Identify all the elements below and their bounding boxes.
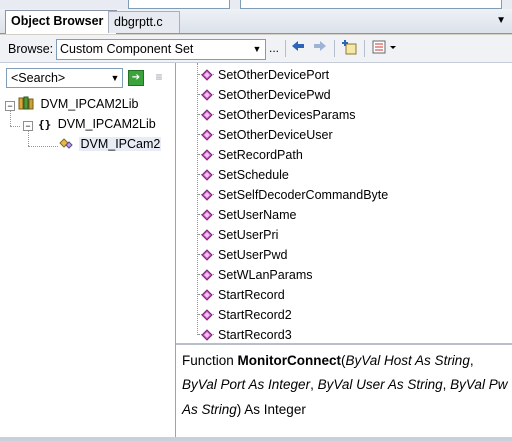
browse-label: Browse: — [8, 42, 54, 56]
description-line-3: As String) As Integer — [182, 402, 306, 417]
settings-dropdown-button[interactable] — [370, 40, 400, 57]
method-icon — [201, 169, 213, 181]
class-icon — [59, 138, 73, 149]
description-pane: Function MonitorConnect(ByVal Host As St… — [176, 345, 512, 437]
settings-icon — [372, 40, 396, 54]
back-button[interactable] — [290, 40, 306, 57]
tree-line — [10, 109, 11, 126]
browse-scope-value: Custom Component Set — [60, 42, 194, 56]
objects-pane: <Search> ▼ ➔ ≡ − DVM_IPCAM2Lib − {} DVM_… — [0, 63, 176, 437]
method-icon — [201, 89, 213, 101]
method-icon — [201, 69, 213, 81]
members-pane: SetOtherDevicePort SetOtherDevicePwd SetOt… — [176, 63, 512, 345]
tree-line — [28, 129, 29, 146]
member-name: SetSchedule — [218, 168, 289, 182]
member-name: SetOtherDeviceUser — [218, 128, 333, 142]
description-line-1: Function MonitorConnect(ByVal Host As St… — [182, 353, 474, 368]
member-name: SetOtherDevicePwd — [218, 88, 331, 102]
member-name: StartRecord3 — [218, 328, 292, 342]
toolbar-separator — [334, 40, 335, 57]
member-name: SetOtherDevicePort — [218, 68, 330, 82]
function-name: MonitorConnect — [237, 353, 342, 368]
forward-button[interactable] — [312, 40, 328, 57]
method-icon — [201, 209, 213, 221]
browser-toolbar: Browse: Custom Component Set ▼ ... — [0, 35, 512, 63]
document-tab-bar: Object Browser dbgrptt.c ▼ — [0, 9, 512, 34]
tree-item-label: DVM_IPCAM2Lib — [57, 117, 156, 131]
add-reference-button[interactable] — [340, 40, 360, 57]
method-icon — [201, 149, 213, 161]
method-icon — [201, 309, 213, 321]
toolbar-separator — [364, 40, 365, 57]
method-icon — [201, 269, 213, 281]
tree-line — [10, 126, 20, 127]
member-name: SetUserPwd — [218, 248, 288, 262]
browse-scope-select[interactable]: Custom Component Set ▼ — [56, 39, 266, 60]
method-icon — [201, 129, 213, 141]
top-combo-left[interactable] — [128, 0, 230, 9]
add-reference-icon — [342, 40, 357, 55]
tree-item-class[interactable]: DVM_IPCam2 — [58, 135, 162, 153]
member-name: SetUserPri — [218, 228, 279, 242]
bottom-strip — [0, 437, 512, 441]
search-go-button[interactable]: ➔ — [128, 70, 144, 86]
tab-dropdown-icon[interactable]: ▼ — [496, 15, 506, 26]
clear-search-button[interactable]: ≡ — [150, 69, 168, 85]
tree-item-label: DVM_IPCam2 — [79, 137, 162, 151]
member-name: SetWLanParams — [218, 268, 313, 282]
member-name: SetRecordPath — [218, 148, 303, 162]
tree-item-namespace[interactable]: {} DVM_IPCAM2Lib — [38, 115, 156, 133]
edit-custom-set-button[interactable]: ... — [266, 40, 282, 57]
collapse-toggle[interactable]: − — [23, 121, 33, 131]
search-input[interactable]: <Search> ▼ — [6, 68, 123, 88]
chevron-down-icon[interactable]: ▼ — [250, 41, 264, 58]
search-placeholder: <Search> — [11, 71, 66, 85]
tree-item-label: DVM_IPCAM2Lib — [40, 97, 139, 111]
arrow-left-icon — [292, 41, 304, 51]
chevron-down-icon[interactable]: ▼ — [109, 70, 121, 86]
collapse-toggle[interactable]: − — [5, 101, 15, 111]
top-combo-right[interactable] — [240, 0, 502, 9]
member-name: StartRecord2 — [218, 308, 292, 322]
member-name: SetOtherDevicesParams — [218, 108, 356, 122]
method-icon — [201, 249, 213, 261]
tree-item-library[interactable]: DVM_IPCAM2Lib — [18, 95, 138, 113]
member-name: SetUserName — [218, 208, 297, 222]
member-name: StartRecord — [218, 288, 285, 302]
method-icon — [201, 289, 213, 301]
tab-dbgrptt[interactable]: dbgrptt.c — [108, 11, 180, 33]
method-icon — [201, 189, 213, 201]
member-name: SetSelfDecoderCommandByte — [218, 188, 389, 202]
tab-object-browser[interactable]: Object Browser — [5, 10, 117, 34]
method-icon — [201, 109, 213, 121]
tree-line — [28, 146, 58, 147]
arrow-right-icon — [314, 41, 326, 51]
library-icon — [18, 96, 34, 110]
method-icon — [201, 329, 213, 341]
toolbar-separator — [285, 40, 286, 57]
namespace-icon: {} — [38, 118, 52, 131]
method-icon — [201, 229, 213, 241]
description-line-2: ByVal Port As Integer, ByVal User As Str… — [182, 377, 508, 392]
